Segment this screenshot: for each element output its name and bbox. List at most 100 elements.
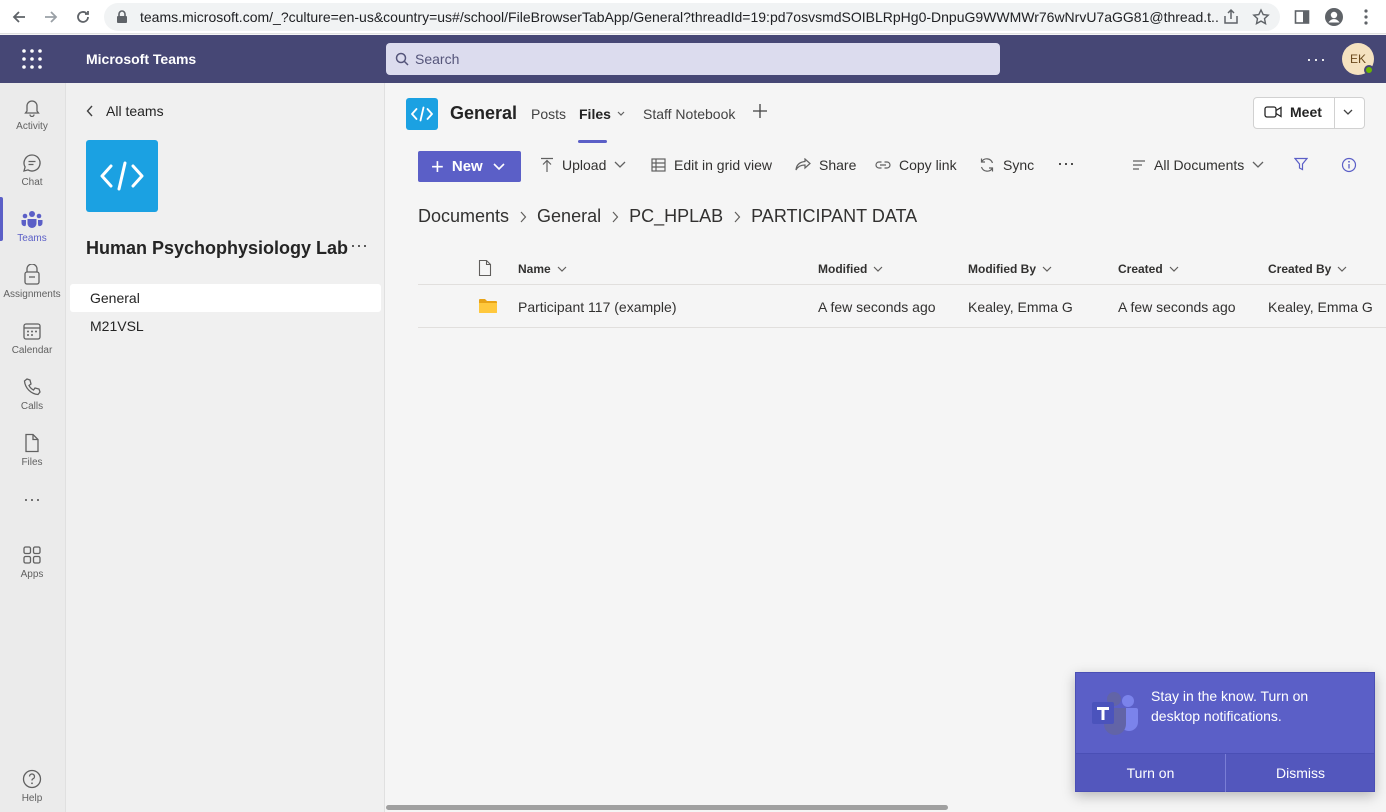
bookmark-star-icon[interactable] bbox=[1252, 8, 1272, 26]
column-label: Created By bbox=[1268, 262, 1332, 276]
add-tab-button[interactable] bbox=[752, 103, 768, 119]
chevron-down-icon[interactable] bbox=[1342, 106, 1354, 118]
channel-title: General bbox=[450, 103, 518, 123]
browser-menu-icon[interactable] bbox=[1354, 5, 1378, 29]
share-page-icon[interactable] bbox=[1222, 8, 1242, 26]
view-lines-icon bbox=[1132, 159, 1146, 171]
share-button[interactable]: Share bbox=[795, 157, 856, 173]
turn-on-notifications-button[interactable]: Turn on bbox=[1076, 754, 1225, 792]
url-text: teams.microsoft.com/_?culture=en-us&coun… bbox=[140, 9, 1220, 25]
upload-button[interactable]: Upload bbox=[540, 157, 626, 173]
rail-item-teams[interactable]: Teams bbox=[0, 199, 64, 251]
tab-files-label: Files bbox=[579, 106, 611, 122]
presence-available-icon bbox=[1364, 65, 1374, 75]
breadcrumb-pc-hplab[interactable]: PC_HPLAB bbox=[629, 206, 723, 227]
avatar[interactable]: EK bbox=[1342, 43, 1374, 75]
share-label: Share bbox=[819, 157, 857, 173]
toast-message: Stay in the know. Turn on desktop notifi… bbox=[1151, 688, 1309, 724]
tab-files[interactable]: Files bbox=[579, 106, 625, 122]
rail-item-chat[interactable]: Chat bbox=[0, 143, 64, 195]
rail-item-apps[interactable]: Apps bbox=[0, 535, 64, 587]
chevron-left-icon bbox=[86, 105, 94, 117]
breadcrumb-general[interactable]: General bbox=[537, 206, 601, 227]
reload-icon[interactable] bbox=[72, 6, 94, 28]
table-row[interactable]: Participant 117 (example) A few seconds … bbox=[418, 286, 1386, 328]
teams-logo-icon bbox=[1090, 691, 1140, 737]
column-header-modified[interactable]: Modified bbox=[818, 262, 883, 276]
tab-posts[interactable]: Posts bbox=[531, 106, 566, 122]
side-panel-icon[interactable] bbox=[1290, 5, 1314, 29]
grid-view-label: Edit in grid view bbox=[674, 157, 773, 173]
view-selector[interactable]: All Documents bbox=[1132, 157, 1264, 173]
apps-icon bbox=[22, 543, 42, 567]
file-name-link[interactable]: Participant 117 (example) bbox=[518, 299, 676, 315]
chevron-down-icon bbox=[1169, 266, 1179, 272]
rail-item-activity[interactable]: Activity bbox=[0, 87, 64, 139]
channel-general[interactable]: General bbox=[70, 284, 381, 312]
chevron-right-icon bbox=[519, 211, 527, 223]
column-label: Created bbox=[1118, 262, 1163, 276]
rail-item-assignments[interactable]: Assignments bbox=[0, 255, 64, 307]
channel-logo bbox=[406, 98, 438, 130]
copy-link-label: Copy link bbox=[899, 157, 957, 173]
rail-more-button[interactable]: ··· bbox=[0, 483, 64, 523]
notification-toast: Stay in the know. Turn on desktop notifi… bbox=[1075, 672, 1375, 792]
link-icon bbox=[875, 160, 891, 170]
info-icon bbox=[1341, 157, 1357, 173]
more-icon: ··· bbox=[23, 488, 41, 509]
file-icon bbox=[23, 431, 41, 455]
chat-icon bbox=[22, 151, 42, 175]
sync-icon bbox=[979, 157, 995, 173]
cell-created-by: Kealey, Emma G bbox=[1268, 299, 1373, 315]
rail-item-help[interactable]: Help bbox=[0, 759, 64, 811]
rail-label: Calendar bbox=[11, 345, 53, 356]
rail-item-calendar[interactable]: Calendar bbox=[0, 311, 64, 363]
view-label: All Documents bbox=[1154, 157, 1245, 173]
info-button[interactable] bbox=[1341, 157, 1357, 173]
file-type-icon[interactable] bbox=[478, 259, 492, 277]
rail-item-calls[interactable]: Calls bbox=[0, 367, 64, 419]
rail-label: Files bbox=[21, 457, 43, 468]
dismiss-button[interactable]: Dismiss bbox=[1226, 754, 1375, 792]
edit-grid-view-button[interactable]: Edit in grid view bbox=[651, 157, 772, 173]
search-input[interactable] bbox=[415, 43, 985, 75]
column-header-created[interactable]: Created bbox=[1118, 262, 1179, 276]
grid-icon bbox=[651, 158, 666, 172]
breadcrumb-documents[interactable]: Documents bbox=[418, 206, 509, 227]
column-header-created-by[interactable]: Created By bbox=[1268, 262, 1347, 276]
rail-label: Activity bbox=[16, 121, 48, 132]
toolbar-more-button[interactable]: ··· bbox=[1057, 153, 1075, 174]
rail-label: Help bbox=[21, 793, 43, 804]
horizontal-scrollbar[interactable] bbox=[386, 805, 948, 810]
copy-link-button[interactable]: Copy link bbox=[875, 157, 957, 173]
profile-icon[interactable] bbox=[1322, 5, 1346, 29]
rail-label: Apps bbox=[20, 569, 44, 580]
column-header-modified-by[interactable]: Modified By bbox=[968, 262, 1052, 276]
team-more-button[interactable]: ··· bbox=[350, 235, 368, 256]
settings-more-button[interactable]: ··· bbox=[1306, 49, 1327, 70]
address-bar[interactable]: teams.microsoft.com/_?culture=en-us&coun… bbox=[104, 3, 1280, 31]
filter-icon bbox=[1294, 157, 1308, 171]
sync-button[interactable]: Sync bbox=[979, 157, 1034, 173]
cell-created: A few seconds ago bbox=[1118, 299, 1236, 315]
forward-arrow-icon[interactable] bbox=[40, 6, 62, 28]
upload-icon bbox=[540, 157, 554, 173]
app-launcher-icon[interactable] bbox=[20, 47, 44, 71]
all-teams-link[interactable]: All teams bbox=[86, 103, 164, 119]
filter-button[interactable] bbox=[1294, 157, 1308, 171]
rail-item-files[interactable]: Files bbox=[0, 423, 64, 475]
back-arrow-icon[interactable] bbox=[8, 6, 30, 28]
search-box[interactable] bbox=[386, 43, 1000, 75]
channel-m21vsl[interactable]: M21VSL bbox=[70, 312, 381, 340]
chevron-down-icon bbox=[1337, 266, 1347, 272]
rail-label: Calls bbox=[20, 401, 44, 412]
new-button[interactable]: + New bbox=[418, 151, 521, 182]
tab-staff-notebook[interactable]: Staff Notebook bbox=[643, 106, 735, 122]
active-tab-indicator bbox=[578, 140, 607, 143]
chevron-down-icon bbox=[1042, 266, 1052, 272]
team-name: Human Psychophysiology Lab bbox=[86, 238, 349, 258]
column-label: Modified By bbox=[968, 262, 1036, 276]
column-header-name[interactable]: Name bbox=[518, 262, 567, 276]
meet-button[interactable]: Meet bbox=[1253, 97, 1365, 129]
chevron-down-icon bbox=[873, 266, 883, 272]
